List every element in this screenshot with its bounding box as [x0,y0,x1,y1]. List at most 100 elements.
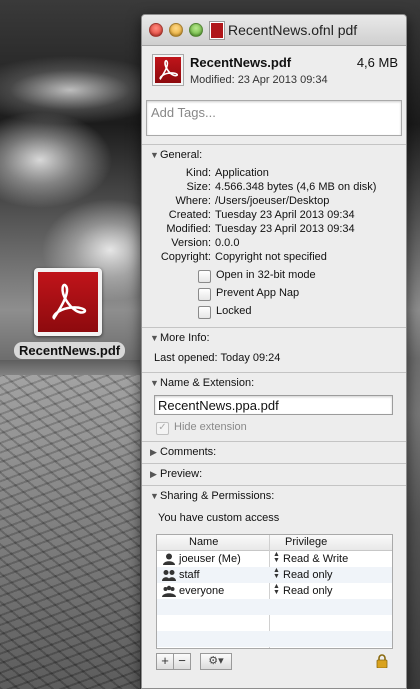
user-icon [163,553,175,565]
copyright-label: Copyright: [160,251,211,263]
open-32bit-checkbox[interactable] [198,270,211,283]
kind-value: Application [215,167,269,179]
info-row-version: Version: 0.0.0 [142,237,406,252]
comments-section: ▶ Comments: [142,441,406,463]
table-row[interactable]: everyone ▲ ▼ Read only [157,583,392,599]
tags-field[interactable]: Add Tags... [146,100,402,136]
version-label: Version: [171,237,211,249]
privilege-stepper-icon[interactable]: ▲ ▼ [273,583,280,596]
more-info-title: More Info: [160,332,210,344]
prevent-app-nap-label: Prevent App Nap [216,287,300,299]
disclosure-open-icon: ▼ [150,150,159,160]
column-privilege[interactable]: Privilege [285,536,327,548]
file-icon-fill [155,57,181,83]
where-value: /Users/joeuser/Desktop [215,195,330,207]
name-extension-section: ▼Name & Extension: RecentNews.ppa.pdf ✓ … [142,372,406,441]
file-size: 4,6 MB [356,55,398,70]
desktop-pdf-file-icon[interactable] [34,268,102,336]
row-privilege[interactable]: Read only [283,569,333,581]
comments-disclosure[interactable]: ▶ Comments: [142,442,406,462]
general-title: General: [160,149,203,161]
privilege-stepper-icon[interactable]: ▲ ▼ [273,551,280,564]
version-value: 0.0.0 [215,237,240,249]
table-row[interactable]: joeuser (Me) ▲ ▼ Read & Write [157,551,392,567]
disclosure-open-icon: ▼ [150,491,159,501]
locked-label: Locked [216,305,252,317]
copyright-value: Copyright not specified [215,251,327,263]
hide-extension-checkbox[interactable]: ✓ [156,422,169,435]
action-menu-button[interactable]: ⚙▾ [200,653,232,670]
info-row-where: Where: /Users/joeuser/Desktop [142,195,406,210]
size-value: 4.566.348 bytes (4,6 MB on disk) [215,181,377,193]
table-row-empty [157,599,392,615]
file-name: RecentNews.pdf [190,55,292,70]
lock-icon[interactable] [376,654,388,668]
comments-title: Comments: [160,446,217,458]
info-row-kind: Kind: Application [142,167,406,182]
file-modified: Modified: 23 Apr 2013 09:34 [190,74,328,86]
general-section: ▼General: Kind: Application Size: 4.566.34… [142,144,406,327]
permissions-header: Name Privilege [157,535,392,551]
sharing-section: ▼Sharing & Permissions: You have custom … [142,485,406,686]
name-extension-title: Name & Extension: [160,377,255,389]
modified-label: Modified: [166,223,211,235]
row-name: joeuser (Me) [179,553,241,565]
disclosure-closed-icon: ▶ [150,469,157,479]
minimize-button[interactable] [169,23,183,37]
modified-value: Tuesday 23 April 2013 09:34 [215,223,355,235]
row-name: everyone [179,585,225,597]
sharing-title: Sharing & Permissions: [160,490,275,502]
info-row-modified: Modified: Tuesday 23 April 2013 09:34 [142,223,406,238]
where-label: Where: [175,195,211,207]
add-user-button[interactable]: + [156,653,174,670]
file-header: RecentNews.pdf 4,6 MB Modified: 23 Apr 2… [142,46,406,100]
table-row-empty [157,631,392,647]
size-label: Size: [186,181,211,193]
desktop-wallpaper-ground [0,375,140,689]
general-disclosure[interactable]: ▼General: [142,145,406,165]
everyone-icon [162,585,176,597]
column-name[interactable]: Name [189,536,218,548]
file-icon [152,54,184,86]
info-window: RecentNews.ofnl pdf RecentNews.pdf 4,6 M… [141,14,407,689]
more-info-section: ▼More Info: Last opened: Today 09:24 [142,327,406,372]
created-label: Created: [168,209,211,221]
preview-section: ▶ Preview: [142,463,406,485]
locked-checkbox[interactable] [198,306,211,319]
kind-label: Kind: [185,167,211,179]
table-row[interactable]: staff ▲ ▼ Read only [157,567,392,583]
close-button[interactable] [149,23,163,37]
row-name: staff [179,569,200,581]
remove-user-button[interactable]: − [173,653,191,670]
zoom-button[interactable] [189,23,203,37]
disclosure-closed-icon: ▶ [150,447,157,457]
window-title: RecentNews.ofnl pdf [228,22,358,38]
tags-placeholder: Add Tags... [151,105,216,120]
last-opened: Last opened: Today 09:24 [154,352,281,364]
sharing-disclosure[interactable]: ▼Sharing & Permissions: [142,486,406,506]
permissions-table: Name Privilege joeuser (Me) ▲ ▼ Read & Wr… [156,534,393,649]
desktop-file-label[interactable]: RecentNews.pdf [14,342,126,359]
title-file-icon [210,22,224,39]
hide-extension-label: Hide extension [174,421,247,433]
access-note: You have custom access [158,512,280,524]
open-32bit-label: Open in 32-bit mode [216,269,316,281]
acrobat-logo-icon [52,283,87,320]
disclosure-open-icon: ▼ [150,333,159,343]
created-value: Tuesday 23 April 2013 09:34 [215,209,355,221]
info-row-created: Created: Tuesday 23 April 2013 09:34 [142,209,406,224]
table-row-empty [157,615,392,631]
row-privilege[interactable]: Read & Write [283,553,348,565]
permissions-rows: joeuser (Me) ▲ ▼ Read & Write staff ▲ ▼ Re… [157,551,392,647]
preview-disclosure[interactable]: ▶ Preview: [142,464,406,484]
info-row-copyright: Copyright: Copyright not specified [142,251,406,266]
preview-title: Preview: [160,468,203,480]
more-info-disclosure[interactable]: ▼More Info: [142,328,406,348]
prevent-app-nap-checkbox[interactable] [198,288,211,301]
title-bar[interactable]: RecentNews.ofnl pdf [142,15,406,46]
row-privilege[interactable]: Read only [283,585,333,597]
acrobat-small-icon [159,60,178,80]
privilege-stepper-icon[interactable]: ▲ ▼ [273,567,280,580]
file-name-field[interactable]: RecentNews.ppa.pdf [154,395,393,415]
name-extension-disclosure[interactable]: ▼Name & Extension: [142,373,406,393]
